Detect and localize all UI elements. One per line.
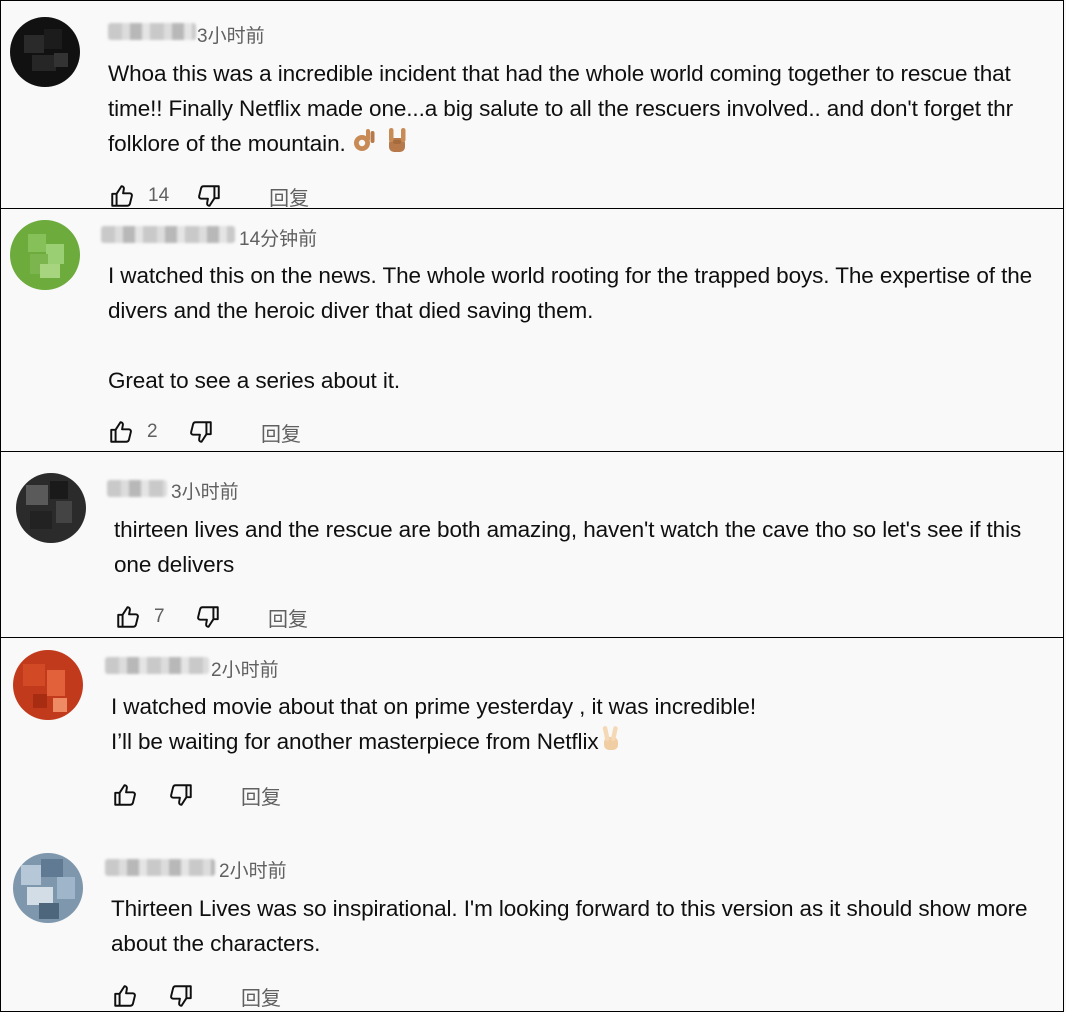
- dislike-button[interactable]: [167, 982, 195, 1010]
- comment-actions: 2 回复: [107, 417, 301, 447]
- thumbs-down-icon: [170, 985, 192, 1007]
- like-count: 2: [147, 421, 158, 442]
- comment-text: I watched this on the news. The whole wo…: [108, 263, 1033, 393]
- like-button[interactable]: [111, 982, 139, 1010]
- comment-timestamp[interactable]: 2小时前: [211, 655, 279, 682]
- like-count: 7: [154, 606, 165, 627]
- avatar[interactable]: [10, 220, 80, 290]
- comment-actions: 回复: [111, 780, 281, 810]
- dislike-button[interactable]: [194, 603, 222, 631]
- author-name-blurred[interactable]: [107, 480, 167, 497]
- comment-group: 2小时前 I watched movie about that on prime…: [0, 637, 1064, 1012]
- comment-card: 3小时前 thirteen lives and the rescue are b…: [0, 451, 1064, 638]
- thumbs-down-icon: [170, 784, 192, 806]
- like-button[interactable]: [114, 603, 142, 631]
- comment-actions: 回复: [111, 981, 281, 1011]
- comment-text: Whoa this was a incredible incident that…: [108, 56, 1058, 164]
- comment-actions: 7 回复: [114, 602, 308, 632]
- author-name-blurred[interactable]: [108, 23, 196, 40]
- avatar[interactable]: [10, 17, 80, 87]
- thumbs-up-icon: [117, 606, 139, 628]
- comment-card: 14分钟前 I watched this on the news. The wh…: [0, 208, 1064, 452]
- avatar[interactable]: [16, 473, 86, 543]
- comment-timestamp[interactable]: 2小时前: [219, 856, 287, 883]
- like-button[interactable]: [108, 182, 136, 210]
- author-name-blurred[interactable]: [105, 657, 209, 674]
- author-name-blurred[interactable]: [105, 859, 215, 876]
- dislike-button[interactable]: [187, 418, 215, 446]
- thumbs-up-icon: [114, 985, 136, 1007]
- reply-button[interactable]: 回复: [261, 418, 301, 447]
- reply-button[interactable]: 回复: [269, 182, 309, 211]
- reply-button[interactable]: 回复: [241, 982, 281, 1011]
- thumbs-up-icon: [111, 185, 133, 207]
- reply-button[interactable]: 回复: [268, 603, 308, 632]
- like-count: 14: [148, 185, 170, 206]
- thumbs-down-icon: [197, 606, 219, 628]
- thumbs-down-icon: [198, 185, 220, 207]
- ok-hand-emoji: [352, 126, 378, 164]
- comment-card: 3小时前 Whoa this was a incredible incident…: [0, 0, 1064, 211]
- comment-timestamp[interactable]: 3小时前: [197, 21, 265, 48]
- comment-text: thirteen lives and the rescue are both a…: [114, 517, 1022, 577]
- reply-button[interactable]: 回复: [241, 781, 281, 810]
- dislike-button[interactable]: [167, 781, 195, 809]
- like-button[interactable]: [111, 781, 139, 809]
- dislike-button[interactable]: [195, 182, 223, 210]
- thumbs-down-icon: [190, 421, 212, 443]
- comment-text: I watched movie about that on prime yest…: [111, 689, 1056, 762]
- author-name-blurred[interactable]: [101, 226, 235, 243]
- comment-timestamp[interactable]: 3小时前: [171, 477, 239, 504]
- comment-actions: 14 回复: [108, 181, 309, 211]
- thumbs-up-icon: [110, 421, 132, 443]
- avatar[interactable]: [13, 853, 83, 923]
- like-button[interactable]: [107, 418, 135, 446]
- comment-text: Thirteen Lives was so inspirational. I'm…: [111, 896, 1028, 956]
- avatar[interactable]: [13, 650, 83, 720]
- comment-timestamp[interactable]: 14分钟前: [239, 224, 317, 251]
- sign-of-horns-emoji: [384, 126, 410, 164]
- victory-hand-emoji: [599, 724, 623, 762]
- thumbs-up-icon: [114, 784, 136, 806]
